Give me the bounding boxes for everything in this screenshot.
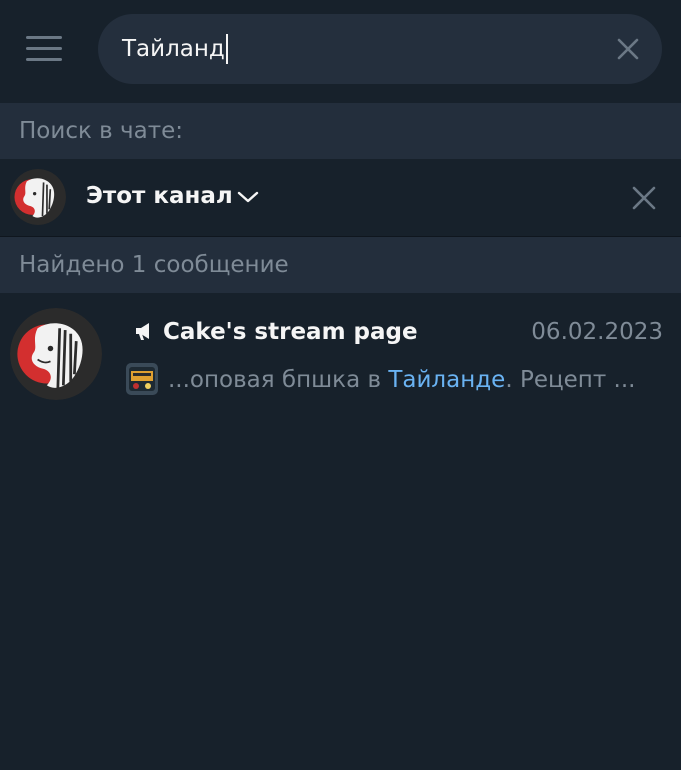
search-result-item[interactable]: Cake's stream page 06.02.2023 ...оповая … (0, 293, 681, 413)
scope-dropdown[interactable]: Этот канал (86, 179, 259, 213)
cancel-scope-close-icon[interactable] (632, 186, 656, 210)
text-caret (225, 34, 228, 64)
result-snippet: ...оповая бпшка в Тайланде. Рецепт ... (168, 363, 658, 397)
hamburger-menu-icon[interactable] (26, 36, 62, 62)
search-in-chat-header: Поиск в чате: (0, 103, 681, 159)
scope-label-text: Этот канал (86, 183, 233, 209)
top-bar: Тайланд (0, 0, 681, 102)
search-input[interactable]: Тайланд (122, 34, 228, 64)
snippet-after: . Рецепт ... (505, 367, 636, 393)
results-count-header: Найдено 1 сообщение (0, 237, 681, 293)
channel-avatar-lion-icon (10, 169, 66, 225)
snippet-highlight: Тайланде (388, 367, 506, 393)
chevron-down-icon (237, 191, 258, 202)
result-date: 06.02.2023 (531, 319, 663, 345)
result-title: Cake's stream page (163, 319, 418, 345)
snippet-before: ...оповая бпшка в (168, 367, 389, 393)
result-avatar-lion-icon (10, 308, 102, 400)
chat-scope-row: Этот канал (0, 159, 681, 237)
search-query-text: Тайланд (122, 36, 225, 62)
search-box[interactable]: Тайланд (98, 14, 662, 84)
megaphone-icon (133, 320, 155, 342)
clear-search-close-icon[interactable] (616, 37, 640, 61)
message-thumbnail (126, 363, 158, 395)
